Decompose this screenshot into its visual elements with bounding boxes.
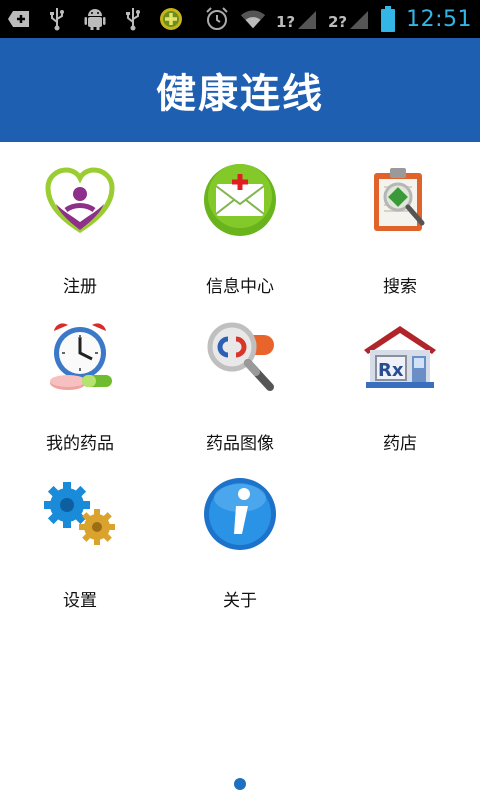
heart-person-icon [40,160,120,240]
alarm-icon [204,6,230,32]
alarm-clock-pills-icon [40,317,120,397]
android-icon [82,6,108,32]
menu-item-search[interactable]: 搜索 [320,142,480,299]
magnifier-pill-icon [200,317,280,397]
plus-circle-icon [158,6,184,32]
wifi-icon [240,6,266,32]
system-icons: 1? 2? 12:51 [204,4,472,34]
menu-item-pharmacy[interactable]: Rx 药店 [320,299,480,456]
sim2-signal-icon: 2? [328,6,370,32]
page-indicator-dot [234,778,246,790]
pharmacy-icon: Rx [360,317,440,397]
menu-item-label: 药店 [383,434,417,454]
add-icon [6,6,32,32]
menu-item-medicine-images[interactable]: 药品图像 [160,299,320,456]
menu-item-about[interactable]: 关于 [160,456,320,613]
menu-item-message-center[interactable]: 信息中心 [160,142,320,299]
usb-icon [120,6,146,32]
usb-icon [44,6,70,32]
sim1-label: 1? [276,13,295,31]
menu-item-label: 注册 [63,277,97,297]
battery-icon [380,6,396,32]
svg-text:Rx: Rx [378,360,404,381]
menu-item-label: 搜索 [383,277,417,297]
info-icon [200,474,280,554]
menu-item-settings[interactable]: 设置 [0,456,160,613]
menu-item-label: 关于 [223,591,257,611]
notification-icons [6,6,184,32]
page-title: 健康连线 [156,71,324,117]
menu-item-my-medicines[interactable]: 我的药品 [0,299,160,456]
gears-icon [40,474,120,554]
mail-icon [200,160,280,240]
menu-item-label: 药品图像 [206,434,274,454]
menu-item-label: 我的药品 [46,434,114,454]
menu-item-register[interactable]: 注册 [0,142,160,299]
menu-item-label: 信息中心 [206,277,274,297]
app-header: 健康连线 [0,38,480,142]
sim1-signal-icon: 1? [276,6,318,32]
clock: 12:51 [406,6,472,32]
clipboard-search-icon [360,160,440,240]
sim2-label: 2? [328,13,347,31]
menu-item-label: 设置 [63,591,97,611]
status-bar: 1? 2? 12:51 [0,0,480,38]
